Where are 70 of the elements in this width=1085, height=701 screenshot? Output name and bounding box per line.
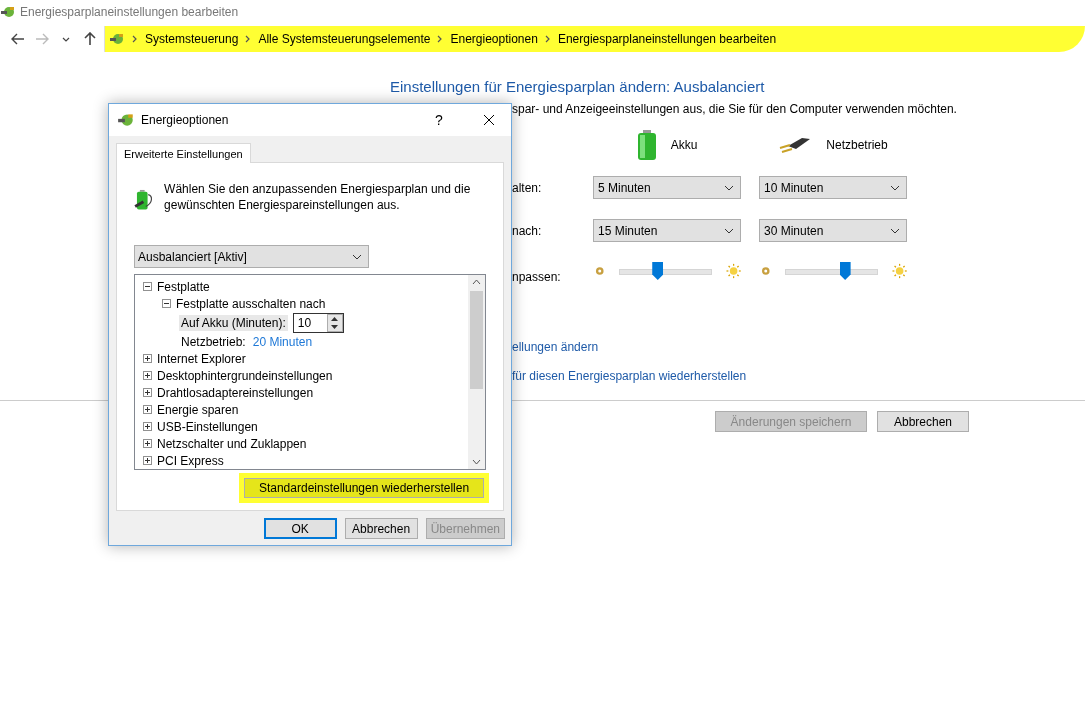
restore-link[interactable]: für diesen Energiesparplan wiederherstellen <box>512 369 1085 383</box>
time-dropdown[interactable]: 5 Minuten <box>593 176 741 199</box>
setting-label: Auf Akku (Minuten): <box>179 314 288 331</box>
setting-label: nach: <box>512 223 543 238</box>
expand-icon[interactable] <box>143 354 152 363</box>
number-spinner[interactable]: 10 <box>292 312 344 333</box>
back-arrow-icon <box>11 33 25 45</box>
brightness-slider[interactable] <box>784 262 878 280</box>
tree-item[interactable]: PCI Express <box>157 453 224 468</box>
setting-label: alten: <box>512 180 543 195</box>
dim-brightness-icon <box>595 266 605 276</box>
up-arrow-icon <box>84 32 96 46</box>
control-panel-icon <box>117 111 135 129</box>
dialog-intro-text: Wählen Sie den anzupassenden Energiesparplan und die gewünschten Energiespareinstellungen aus. <box>164 181 472 213</box>
expand-icon[interactable] <box>143 371 152 380</box>
breadcrumb-link[interactable]: Alle Systemsteuerungselemente <box>258 32 431 46</box>
collapse-icon[interactable] <box>162 299 171 308</box>
expand-icon[interactable] <box>143 405 152 414</box>
tab[interactable]: Erweiterte Einstellungen <box>116 143 251 163</box>
battery-icon <box>636 130 657 160</box>
window-title: Energiesparplaneinstellungen bearbeiten <box>20 5 239 19</box>
chevron-down-icon <box>62 36 70 42</box>
ok-button[interactable]: OK <box>263 518 337 539</box>
control-panel-icon <box>109 31 125 47</box>
tree-item[interactable]: Internet Explorer <box>157 351 246 366</box>
brightness-slider[interactable] <box>618 262 712 280</box>
tree-item[interactable]: Netzschalter und Zuklappen <box>157 436 307 451</box>
expand-icon[interactable] <box>143 456 152 465</box>
expand-icon[interactable] <box>143 422 152 431</box>
scrollbar[interactable] <box>468 275 485 469</box>
setting-label: Netzbetrieb: <box>180 333 247 350</box>
bright-sun-icon <box>725 263 741 279</box>
breadcrumb-link[interactable]: Energiesparplaneinstellungen bearbeiten <box>557 32 777 46</box>
tree-item[interactable]: Energie sparen <box>157 402 239 417</box>
help-button[interactable]: ? <box>417 105 461 135</box>
setting-label: npassen: <box>512 270 562 284</box>
tree-item[interactable]: Desktophintergrundeinstellungen <box>157 368 333 383</box>
plan-dropdown[interactable]: Ausbalanciert [Aktiv] <box>134 245 369 268</box>
dim-brightness-icon <box>761 266 771 276</box>
spinner-arrows-icon[interactable] <box>326 313 343 332</box>
page-heading: Einstellungen für Energiesparplan ändern: Ausbalanciert <box>390 78 766 97</box>
cancel-button[interactable]: Abbrechen <box>344 518 418 539</box>
forward-arrow-icon <box>35 33 49 45</box>
time-dropdown[interactable]: 10 Minuten <box>759 176 907 199</box>
breadcrumb-link[interactable]: Systemsteuerung <box>145 32 239 46</box>
breadcrumb-chevron-icon <box>543 35 552 43</box>
tree-item[interactable]: Drahtlosadaptereinstellungen <box>157 385 314 400</box>
control-panel-icon <box>0 4 16 20</box>
time-dropdown[interactable]: 15 Minuten <box>593 219 741 242</box>
tree-item[interactable]: Festplatte <box>157 279 210 294</box>
intro-text: spar- und Anzeigeeinstellungen aus, die Sie für den Computer verwenden möchten. <box>512 102 958 116</box>
slider-thumb[interactable] <box>652 262 664 280</box>
tree-item[interactable]: USB-Einstellungen <box>157 419 258 434</box>
column-label: Akku <box>670 138 698 152</box>
settings-link[interactable]: ellungen ändern <box>512 340 1085 354</box>
tree-item[interactable]: Festplatte ausschalten nach <box>176 296 326 311</box>
slider-thumb[interactable] <box>839 262 851 280</box>
column-label: Netzbetrieb <box>826 138 888 152</box>
cancel-button[interactable]: Abbrechen <box>877 411 969 432</box>
setting-value-link[interactable]: 20 Minuten <box>252 334 313 349</box>
address-bar[interactable]: Systemsteuerung Alle Systemsteuerungselemente Energieoptionen Energiesparplaneinstellungen bearbeiten <box>104 26 1085 52</box>
collapse-icon[interactable] <box>143 282 152 291</box>
time-dropdown[interactable]: 30 Minuten <box>759 219 907 242</box>
close-icon <box>483 114 495 126</box>
bright-sun-icon <box>891 263 907 279</box>
breadcrumb-chevron-icon <box>131 35 139 43</box>
breadcrumb-link[interactable]: Energieoptionen <box>450 32 538 46</box>
expand-icon[interactable] <box>143 439 152 448</box>
expand-icon[interactable] <box>143 388 152 397</box>
dialog-title: Energieoptionen <box>141 113 230 127</box>
